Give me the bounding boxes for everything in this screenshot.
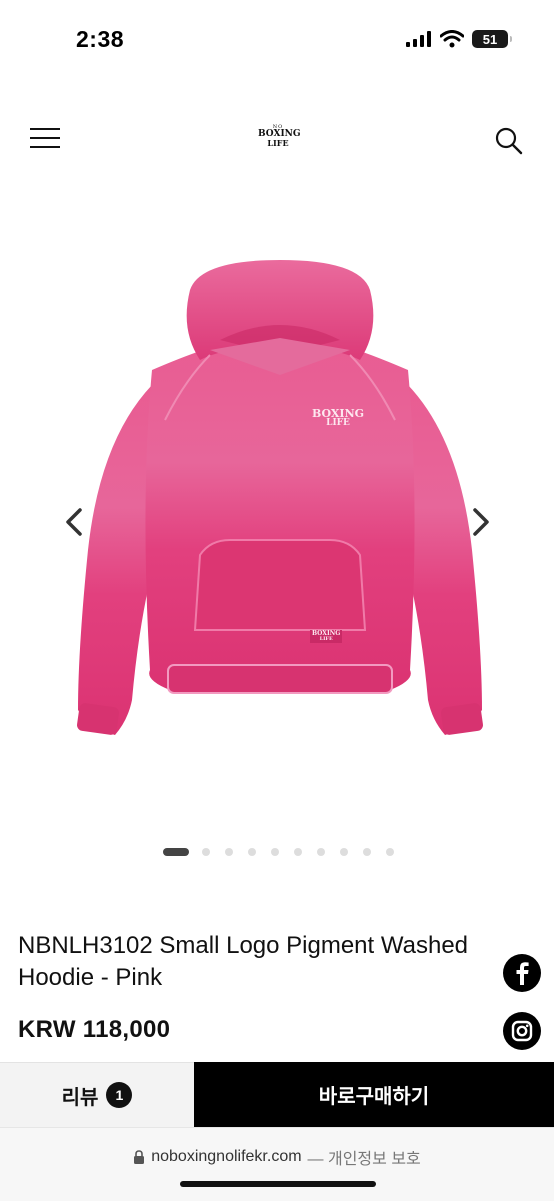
pagination-dot[interactable] [363, 848, 371, 856]
instagram-icon [511, 1020, 533, 1042]
brand-logo[interactable]: NO BOXING LIFE [258, 125, 301, 155]
battery-icon: 51 [472, 30, 512, 48]
chevron-left-icon [66, 508, 82, 536]
bottom-action-bar: 리뷰 1 바로구매하기 [0, 1062, 554, 1127]
browser-address-bar: noboxingnolifekr.com — 개인정보 보호 [0, 1127, 554, 1201]
facebook-icon [516, 962, 529, 985]
product-image[interactable]: BOXING LIFE BOXING LIFE [60, 250, 500, 760]
privacy-note: — 개인정보 보호 [307, 1151, 421, 1168]
pagination-dot-active[interactable] [163, 848, 189, 856]
buy-now-button[interactable]: 바로구매하기 [194, 1062, 554, 1127]
product-title: NBNLH3102 Small Logo Pigment Washed Hood… [18, 932, 469, 991]
patch-logo-line2: LIFE [319, 636, 333, 642]
review-button[interactable]: 리뷰 1 [0, 1062, 194, 1127]
lock-icon [134, 1150, 145, 1164]
home-indicator[interactable] [180, 1181, 376, 1187]
pagination-dot[interactable] [340, 848, 348, 856]
hoodie-illustration [77, 260, 483, 735]
pagination-dot[interactable] [202, 848, 210, 856]
status-time: 2:38 [76, 26, 125, 52]
logo-line3: LIFE [267, 138, 289, 148]
print-logo: BOXING LIFE [312, 408, 364, 428]
pagination-dot[interactable] [386, 848, 394, 856]
status-icons: 51 [406, 30, 512, 48]
facebook-share-button[interactable] [503, 954, 541, 992]
print-logo-line2: LIFE [326, 418, 350, 428]
pagination-dot[interactable] [294, 848, 302, 856]
review-label: 리뷰 [61, 1086, 99, 1109]
signal-icon [406, 31, 431, 47]
chevron-right-icon [473, 508, 489, 536]
pagination-dot[interactable] [317, 848, 325, 856]
product-price: KRW 118,000 [18, 1016, 171, 1043]
pagination-dot[interactable] [248, 848, 256, 856]
search-icon[interactable] [494, 126, 524, 156]
review-count-badge: 1 [106, 1082, 133, 1108]
url-text: noboxingnolifekr.com [151, 1148, 302, 1165]
url-row[interactable]: noboxingnolifekr.com — 개인정보 보호 [0, 1145, 554, 1169]
battery-level: 51 [482, 31, 498, 47]
patch-logo: BOXING LIFE [310, 630, 343, 643]
prev-image-arrow[interactable] [60, 502, 90, 542]
pagination-dot[interactable] [271, 848, 279, 856]
next-image-arrow[interactable] [465, 502, 495, 542]
pagination-dot[interactable] [225, 848, 233, 856]
instagram-share-button[interactable] [503, 1012, 541, 1050]
hamburger-icon[interactable] [30, 128, 60, 150]
wifi-icon [440, 30, 464, 48]
gallery-pagination [163, 848, 409, 856]
